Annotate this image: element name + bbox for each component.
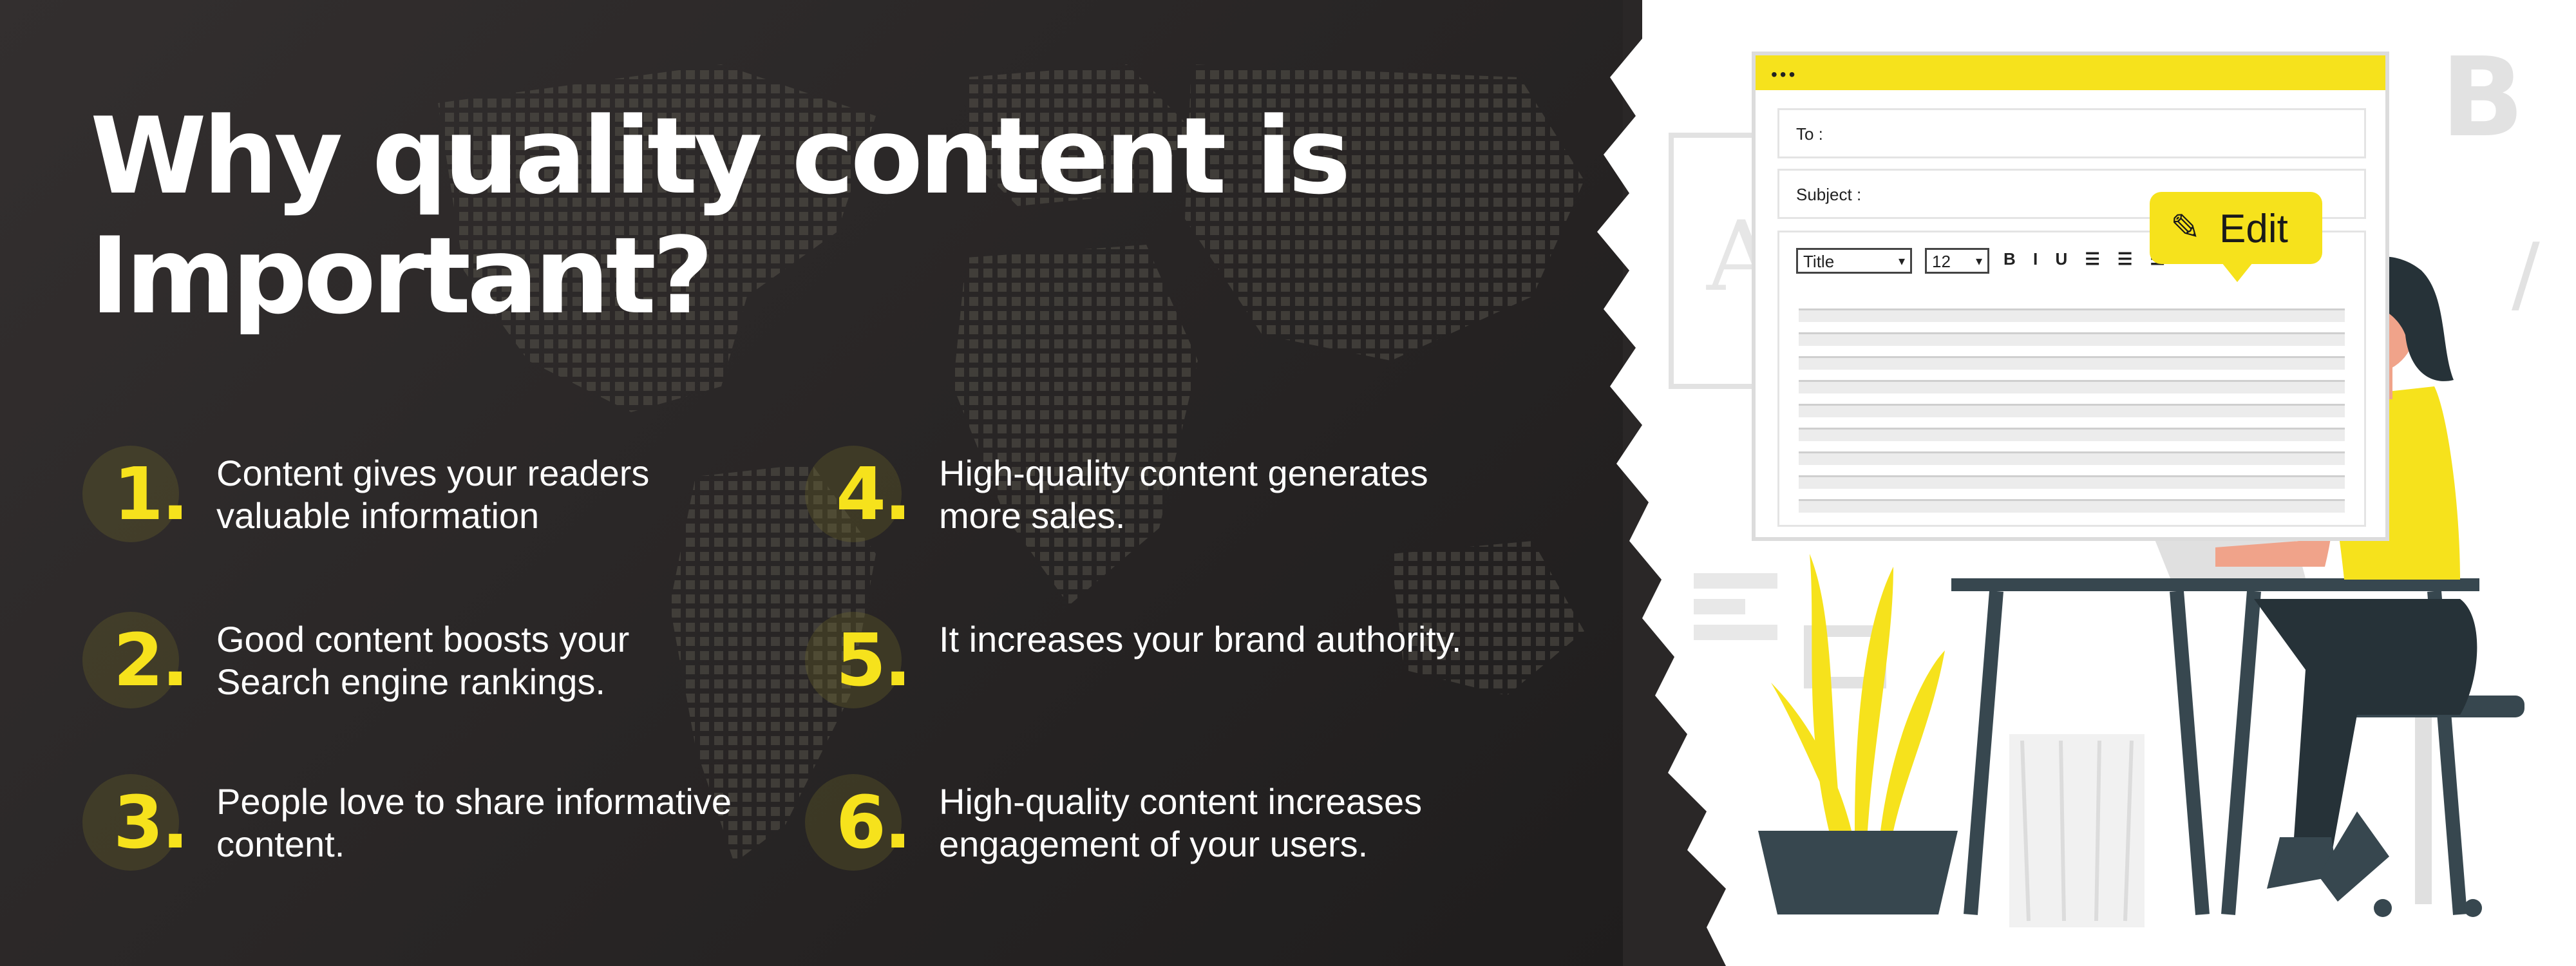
- item-number: 3.: [113, 781, 189, 865]
- font-size-select: 12 ▾: [1925, 248, 1989, 274]
- decor-lines: [1694, 573, 1777, 589]
- list-item-4: 4. High-quality content generates more s…: [805, 438, 1481, 542]
- email-compose-window: ••• To : Subject : Title ▾ 12 ▾ B I U ☰ …: [1752, 52, 2389, 541]
- caret-down-icon: ▾: [1975, 254, 1982, 269]
- item-text: High-quality content increases engagemen…: [939, 781, 1423, 864]
- edit-label: Edit: [2219, 207, 2288, 251]
- item-number: 1.: [113, 453, 189, 536]
- placeholder-text-lines: [1799, 308, 2345, 523]
- item-number: 5.: [836, 619, 911, 703]
- plant-pot: [1758, 831, 1958, 914]
- item-number: 6.: [836, 781, 911, 865]
- left-panel: Why quality content is Important? 1. Con…: [0, 0, 1623, 966]
- title-line-2: Important?: [90, 214, 714, 337]
- subject-label: Subject :: [1796, 185, 1862, 204]
- decor-slash: /: [2512, 225, 2540, 323]
- message-editor: Title ▾ 12 ▾ B I U ☰ ☰ ☰: [1777, 231, 2366, 527]
- title-line-1: Why quality content is: [90, 95, 1351, 218]
- item-number: 2.: [113, 619, 189, 703]
- list-item-5: 5. It increases your brand authority.: [805, 604, 1481, 708]
- item-text: Good content boosts your Search engine r…: [216, 619, 630, 702]
- edit-bubble: ✎ Edit: [2150, 192, 2322, 282]
- style-select-value: Title: [1803, 252, 1835, 271]
- window-titlebar: •••: [1756, 55, 2385, 90]
- item-text: Content gives your readers valuable info…: [216, 453, 650, 536]
- font-size-value: 12: [1932, 252, 1951, 271]
- item-number: 4.: [836, 453, 911, 536]
- item-text: It increases your brand authority.: [939, 619, 1462, 659]
- caret-down-icon: ▾: [1898, 254, 1905, 269]
- list-item-6: 6. High-quality content increases engage…: [805, 766, 1481, 871]
- page-title: Why quality content is Important?: [90, 95, 1351, 337]
- item-text: People love to share informative content…: [216, 781, 732, 864]
- item-text: High-quality content generates more sale…: [939, 453, 1428, 536]
- to-field: To :: [1777, 108, 2366, 158]
- list-item-1: 1. Content gives your readers valuable i…: [82, 438, 759, 542]
- desk-top: [1951, 578, 2479, 591]
- decor-letter-b: B: [2441, 34, 2524, 162]
- to-label: To :: [1796, 124, 1823, 144]
- window-dots-icon: •••: [1771, 64, 1798, 84]
- format-buttons: B I U ☰ ☰ ☰: [2003, 249, 2172, 269]
- pencil-icon: ✎: [2170, 207, 2201, 247]
- list-item-2: 2. Good content boosts your Search engin…: [82, 604, 759, 708]
- style-select: Title ▾: [1796, 248, 1912, 274]
- list-item-3: 3. People love to share informative cont…: [82, 766, 759, 871]
